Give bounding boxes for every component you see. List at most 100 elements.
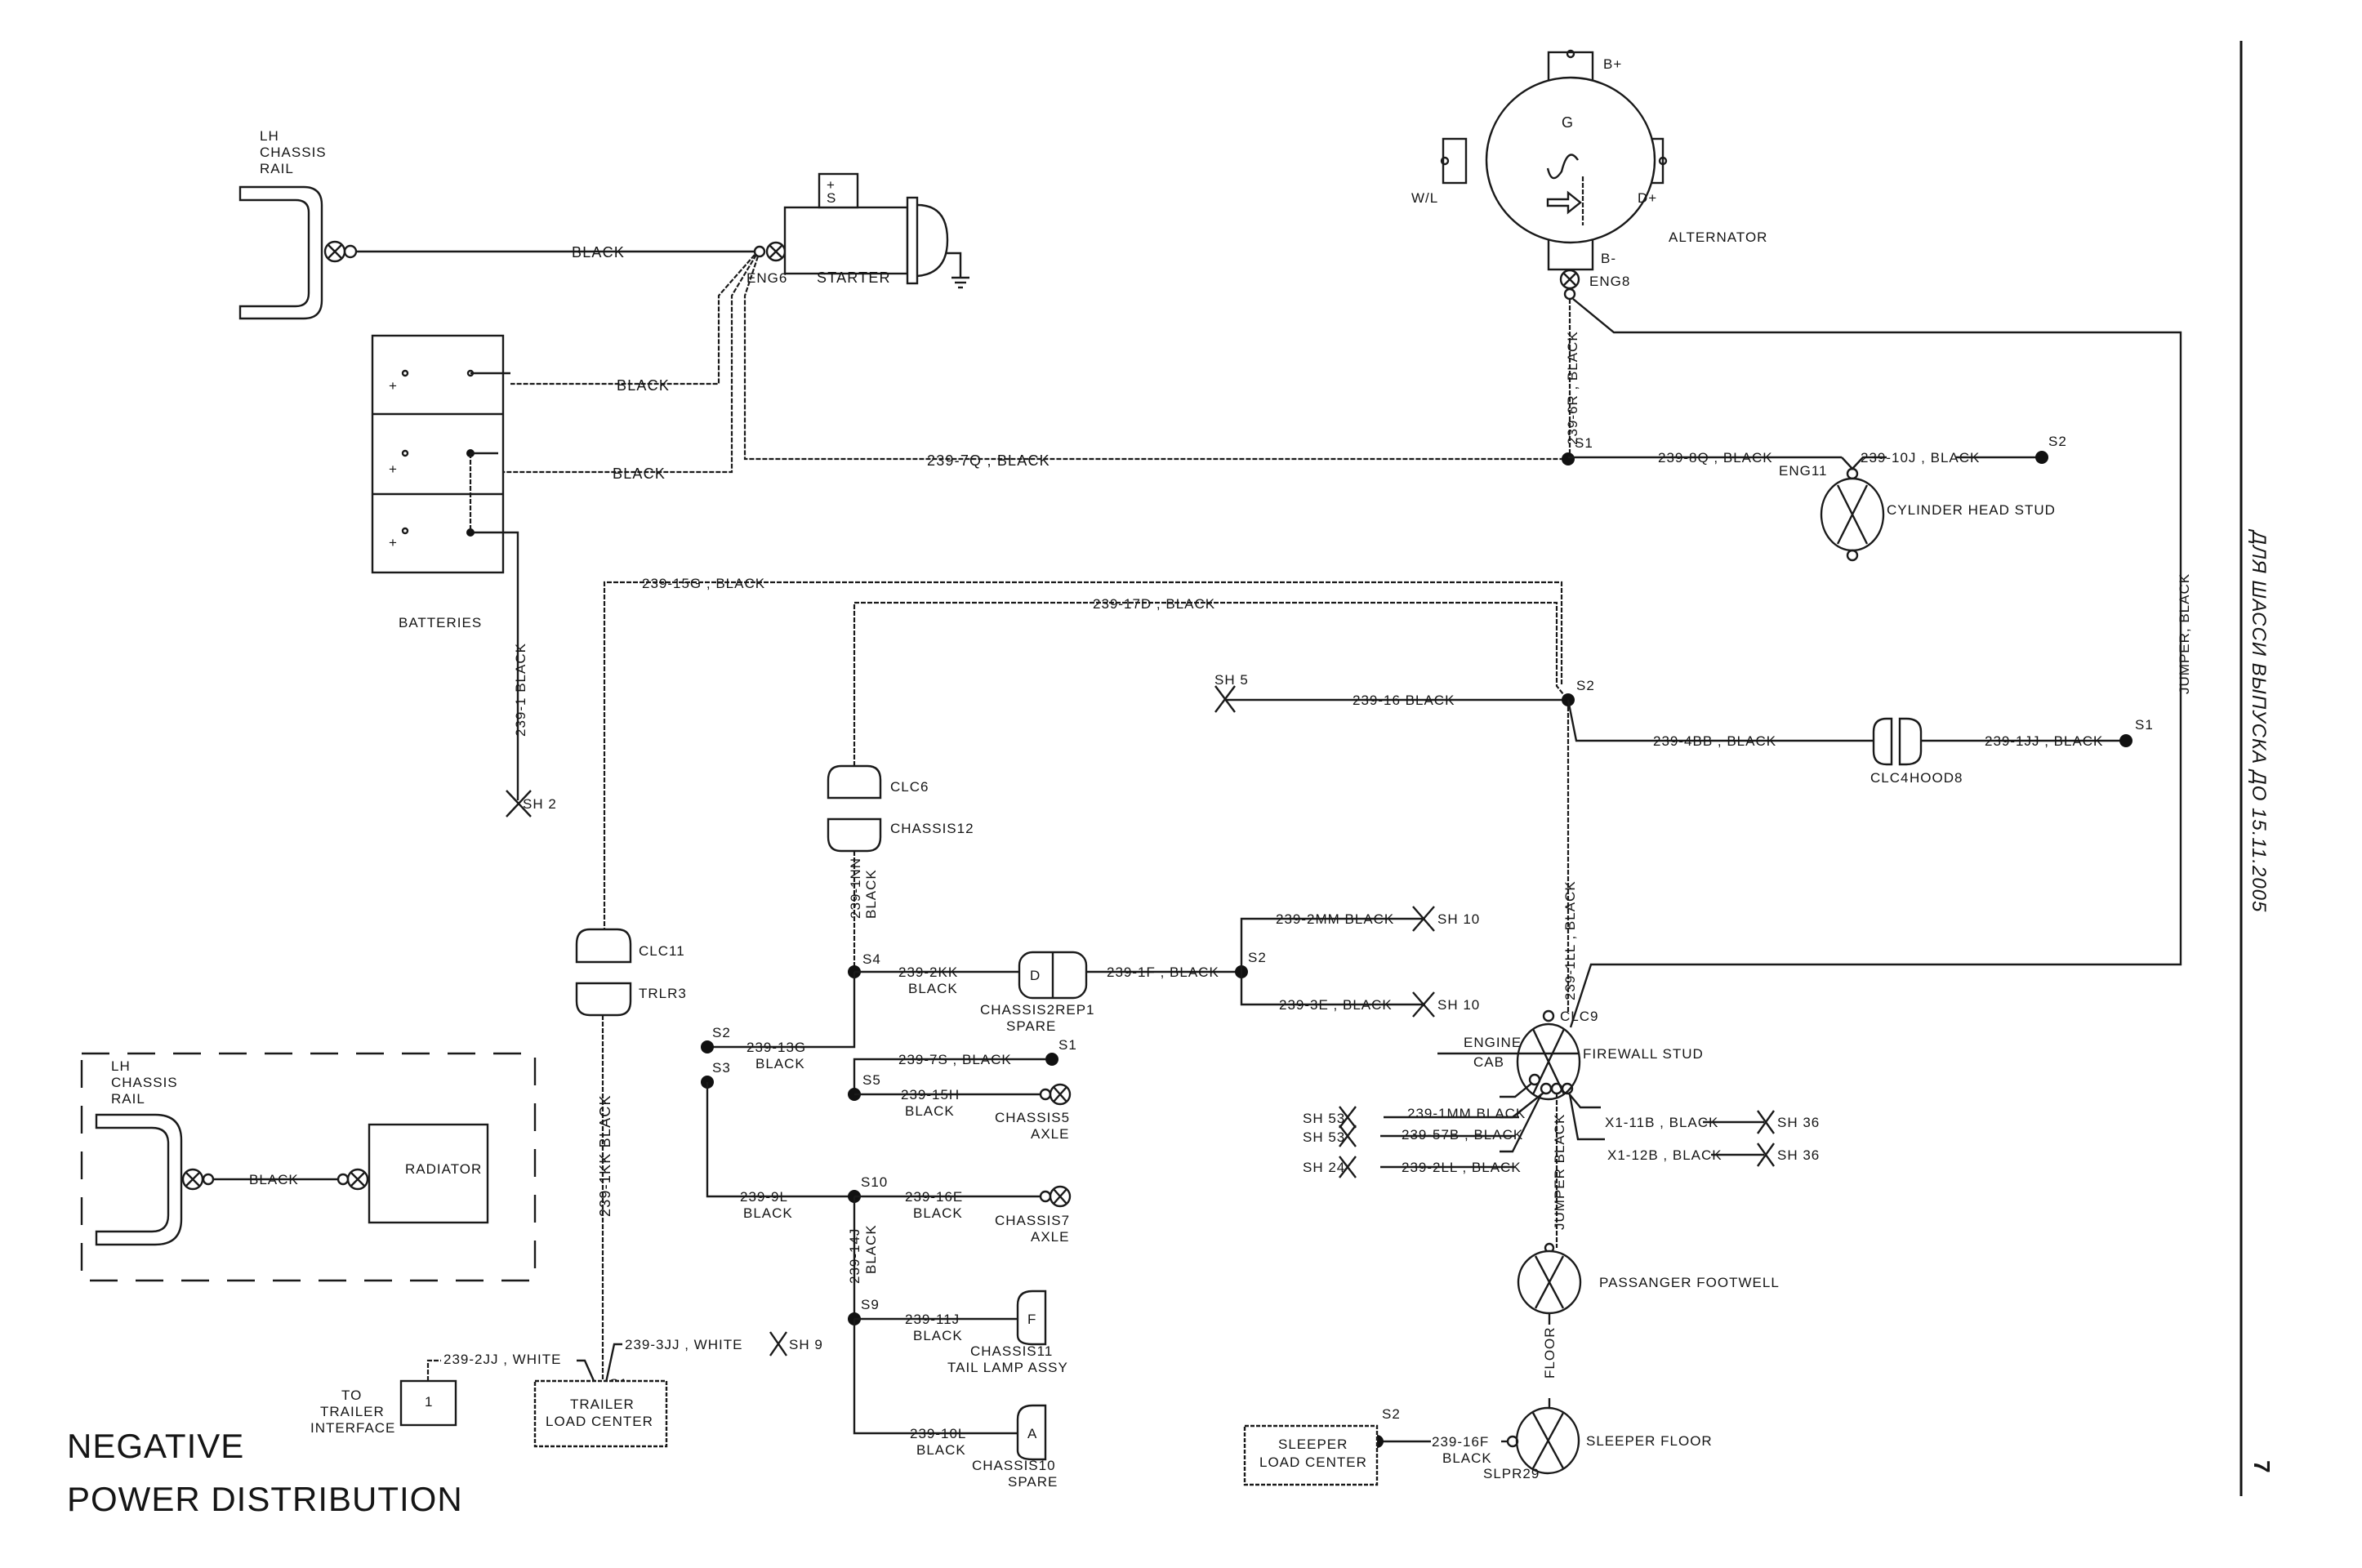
svg-text:S2: S2 (712, 1025, 731, 1040)
svg-text:S10: S10 (861, 1174, 888, 1190)
svg-text:BLACK: BLACK (863, 1224, 879, 1274)
wire-label: 239-16 BLACK (1353, 693, 1455, 708)
alternator: G B+ W/L D+ B- ALTERNATOR ENG8 (1411, 49, 1767, 301)
sheet-ref-sh10: SH 10 SH 10 (1412, 906, 1480, 1018)
radiator-label: RADIATOR (405, 1161, 482, 1177)
sheet-ref-sh9: SH 9 (769, 1331, 823, 1356)
splice-s2 (2035, 451, 2048, 464)
svg-text:239-16F: 239-16F (1432, 1434, 1489, 1450)
svg-text:S9: S9 (861, 1297, 880, 1312)
page-title-line2: POWER DISTRIBUTION (67, 1480, 463, 1518)
svg-text:+: + (389, 378, 398, 394)
svg-text:S1: S1 (1575, 435, 1593, 451)
svg-text:239-7S , BLACK: 239-7S , BLACK (898, 1052, 1012, 1067)
wire-label: 239-2JJ , WHITE (443, 1352, 561, 1367)
svg-text:BLACK: BLACK (1442, 1450, 1492, 1466)
svg-text:SH 5: SH 5 (1214, 672, 1249, 688)
svg-text:SH 36: SH 36 (1777, 1115, 1820, 1130)
svg-text:D: D (1030, 968, 1041, 983)
svg-text:S3: S3 (712, 1060, 731, 1076)
wire-label: JUMPER, BLACK (2177, 573, 2192, 694)
svg-text:B-: B- (1601, 251, 1616, 266)
svg-text:CAB: CAB (1473, 1054, 1504, 1070)
svg-text:S2: S2 (2048, 434, 2067, 449)
splice-s1 (2119, 734, 2132, 747)
trailer-load-center: TRAILER LOAD CENTER (533, 1379, 668, 1448)
svg-text:239-9L: 239-9L (740, 1189, 788, 1205)
svg-text:+: + (389, 535, 398, 550)
ground-lug-icon (1053, 1188, 1067, 1205)
svg-text:SH 53: SH 53 (1303, 1111, 1345, 1126)
wiring-diagram: LH CHASSIS RAIL BLACK + S ENG6 STARTER B… (67, 41, 2275, 1518)
sheet-refs-right: SH 36 SH 36 (1757, 1110, 1820, 1167)
svg-text:S1: S1 (2135, 717, 2154, 733)
wire-label: 239-8Q , BLACK (1658, 450, 1773, 466)
svg-text:239-13G: 239-13G (746, 1040, 806, 1055)
svg-text:LOAD CENTER: LOAD CENTER (1259, 1454, 1367, 1470)
sleeper-floor: SLEEPER FLOOR SLPR29 (1483, 1406, 1713, 1481)
svg-text:BLACK: BLACK (755, 1056, 805, 1071)
svg-text:AXLE: AXLE (1031, 1126, 1069, 1142)
svg-text:239-14J: 239-14J (847, 1228, 862, 1284)
svg-text:CHASSIS7: CHASSIS7 (995, 1213, 1070, 1228)
svg-text:BLACK: BLACK (249, 1172, 299, 1187)
ground-lug-icon (350, 1172, 365, 1187)
svg-text:LH: LH (111, 1058, 131, 1074)
rail-label-1: LH (260, 128, 279, 144)
trailer-interface: TO TRAILER INTERFACE 1 (310, 1379, 457, 1436)
svg-text:SH 9: SH 9 (789, 1337, 823, 1352)
svg-text:CHASSIS10: CHASSIS10 (972, 1458, 1056, 1473)
svg-text:S2: S2 (1382, 1406, 1401, 1422)
svg-text:BLACK: BLACK (613, 466, 666, 482)
splice-s1 (1045, 1053, 1058, 1066)
svg-text:+: + (389, 461, 398, 477)
svg-text:TAIL LAMP ASSY: TAIL LAMP ASSY (947, 1360, 1068, 1375)
svg-text:X1-11B , BLACK: X1-11B , BLACK (1605, 1115, 1718, 1130)
svg-text:HOOD8: HOOD8 (1910, 770, 1963, 786)
svg-text:ENG11: ENG11 (1779, 463, 1828, 479)
svg-text:ENGINE: ENGINE (1464, 1035, 1522, 1050)
passanger-footwell-label: PASSANGER FOOTWELL (1599, 1275, 1780, 1290)
svg-text:239-11J: 239-11J (905, 1312, 960, 1327)
rail-label-3: RAIL (260, 161, 294, 176)
batteries: + + + BATTERIES (371, 334, 510, 630)
wire-label: 239-17D , BLACK (1093, 596, 1215, 612)
svg-text:239-1MM BLACK: 239-1MM BLACK (1407, 1106, 1526, 1121)
off-sheet-x-icon (769, 1331, 787, 1356)
svg-text:SH 24: SH 24 (1303, 1160, 1345, 1175)
wire-label: 239-1NN (848, 858, 863, 919)
svg-text:BLACK: BLACK (617, 377, 670, 394)
svg-text:X1-12B , BLACK: X1-12B , BLACK (1607, 1147, 1722, 1163)
svg-text:AXLE: AXLE (1031, 1229, 1069, 1245)
svg-text:239-10L: 239-10L (910, 1426, 966, 1441)
chassis5-ground: CHASSIS5 AXLE (995, 1083, 1072, 1142)
page-number: 7 (2249, 1460, 2275, 1474)
svg-text:CLC6: CLC6 (890, 779, 929, 795)
svg-text:RAIL: RAIL (111, 1091, 145, 1107)
firewall-stud: CLC9 ENGINE CAB FIREWALL STUD (1437, 1009, 1704, 1101)
svg-text:BLACK: BLACK (743, 1205, 793, 1221)
svg-text:SH 2: SH 2 (523, 796, 557, 812)
svg-text:SH 10: SH 10 (1437, 997, 1480, 1013)
svg-text:BLACK: BLACK (863, 869, 879, 919)
alternator-label: ALTERNATOR (1669, 229, 1767, 245)
svg-text:S5: S5 (862, 1072, 881, 1088)
ground-lug-icon (1053, 1086, 1067, 1102)
splice-s1 (1562, 452, 1575, 466)
wire-label: 239-1JJ , BLACK (1985, 733, 2103, 749)
svg-text:BLACK: BLACK (913, 1328, 963, 1343)
svg-text:LOAD CENTER: LOAD CENTER (546, 1414, 653, 1429)
wire-label: 239-3JJ , WHITE (625, 1337, 742, 1352)
wire-label: 239-1LL , BLACK (1562, 880, 1578, 1000)
sleeper-floor-label: SLEEPER FLOOR (1586, 1433, 1713, 1449)
firewall-stud-label: FIREWALL STUD (1583, 1046, 1704, 1062)
terminal-label: S (827, 190, 836, 206)
svg-text:CHASSIS5: CHASSIS5 (995, 1110, 1070, 1125)
lh-chassis-rail-bottom: LH CHASSIS RAIL (95, 1058, 215, 1246)
clc4-hood8-connector: CLC4 HOOD8 (1870, 717, 1963, 786)
chassis10-connector: A CHASSIS10 SPARE (972, 1404, 1057, 1490)
svg-text:BLACK: BLACK (916, 1442, 966, 1458)
chassis-rail-icon (238, 185, 323, 320)
svg-text:F: F (1027, 1312, 1036, 1327)
sleeper-load-center: SLEEPER LOAD CENTER (1243, 1424, 1379, 1486)
